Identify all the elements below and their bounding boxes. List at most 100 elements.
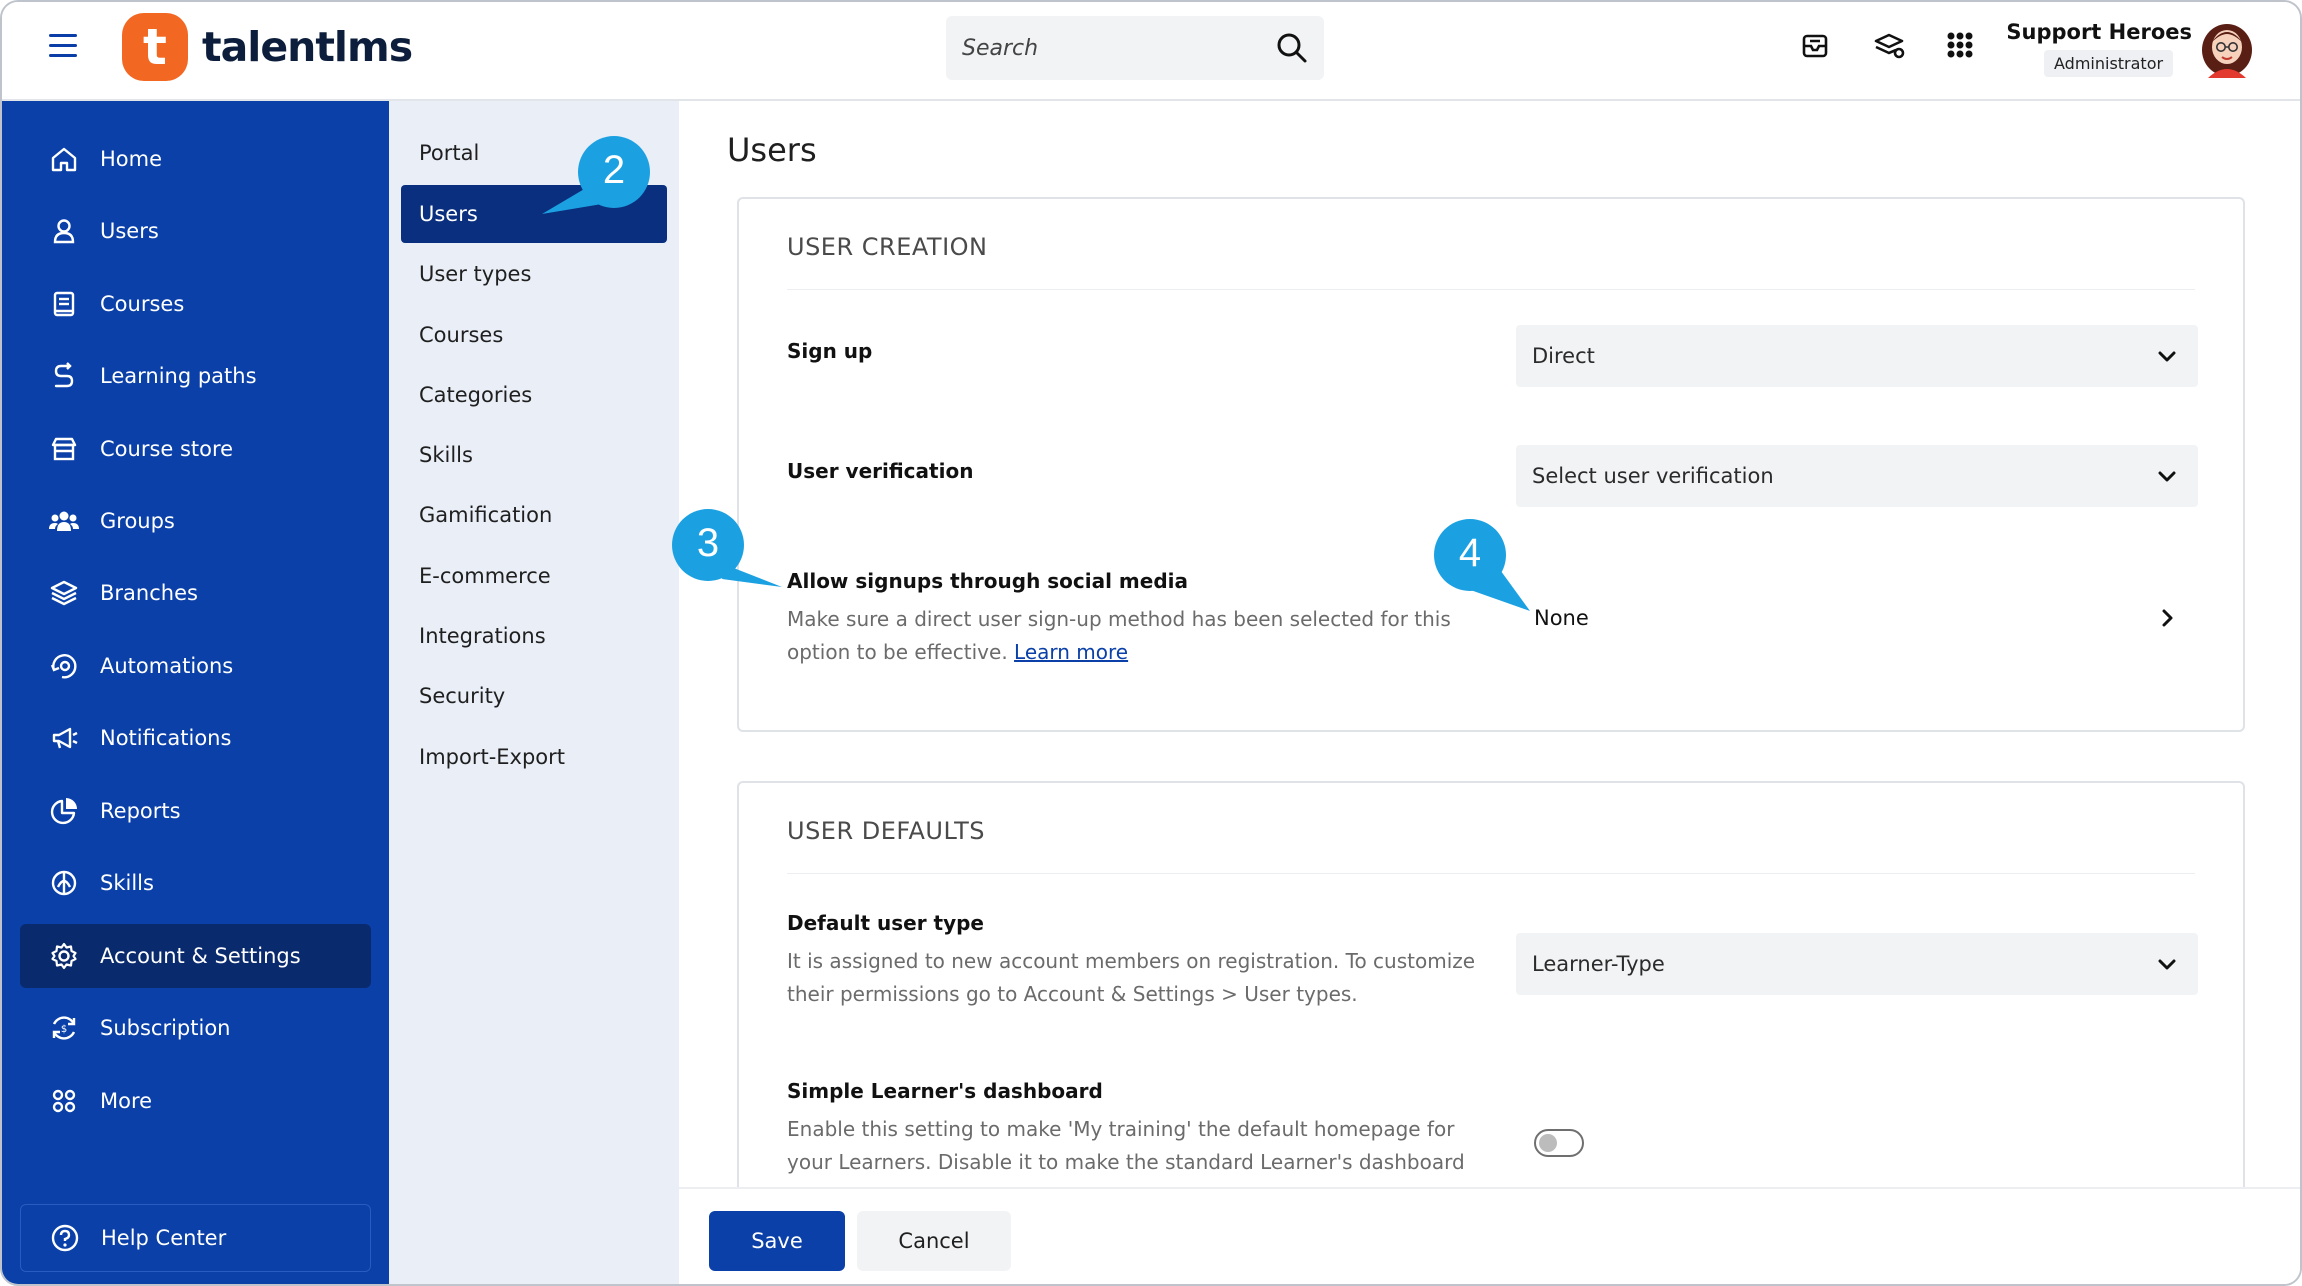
book-icon: [53, 291, 75, 317]
sidebar-item-label: Branches: [100, 581, 198, 605]
sign-up-value: Direct: [1532, 344, 1595, 368]
home-icon: [51, 147, 77, 172]
sidebar-item-notifications[interactable]: Notifications: [20, 706, 371, 770]
callout-2: 2: [542, 132, 662, 217]
sidebar-item-reports[interactable]: Reports: [20, 779, 371, 843]
default-user-type-value: Learner-Type: [1532, 952, 1665, 976]
sidebar-item-label: Course store: [100, 437, 234, 461]
help-center-label: Help Center: [101, 1226, 227, 1250]
sidebar-item-courses[interactable]: Courses: [20, 272, 371, 336]
layers-icon: [50, 580, 78, 606]
messages-icon[interactable]: [1799, 29, 1835, 65]
sidebar-item-label: Courses: [100, 292, 185, 316]
chevron-down-icon: [2158, 351, 2176, 362]
default-user-type-label: Default user type: [787, 911, 984, 935]
main-sidebar: Home Users Courses Learning paths Course…: [2, 101, 389, 1284]
subscription-icon: $: [52, 1016, 76, 1040]
sidebar-item-course-store[interactable]: Course store: [20, 417, 371, 481]
sign-up-label: Sign up: [787, 339, 873, 363]
subnav-item-skills[interactable]: Skills: [401, 426, 667, 484]
sidebar-item-users[interactable]: Users: [20, 199, 371, 263]
menu-icon[interactable]: [49, 34, 77, 58]
store-icon: [51, 437, 77, 461]
cancel-button[interactable]: Cancel: [857, 1211, 1011, 1271]
callout-number: 3: [696, 521, 720, 565]
social-signup-row[interactable]: None: [1516, 587, 2198, 649]
skills-icon: [51, 870, 77, 896]
page-title: Users: [727, 131, 817, 169]
sidebar-item-label: Users: [100, 219, 159, 243]
chevron-down-icon: [2158, 959, 2176, 970]
search-box: [946, 16, 1324, 80]
callout-3: 3: [670, 507, 790, 592]
learn-more-link[interactable]: Learn more: [1014, 640, 1128, 664]
user-verification-select[interactable]: Select user verification: [1516, 445, 2198, 507]
automation-icon: [50, 654, 77, 679]
user-defaults-card: USER DEFAULTS Default user type It is as…: [737, 781, 2245, 1201]
simple-dashboard-toggle[interactable]: [1534, 1129, 1584, 1157]
avatar[interactable]: [2198, 16, 2256, 78]
subnav-item-categories[interactable]: Categories: [401, 366, 667, 424]
apps-grid-icon[interactable]: [1944, 29, 1980, 65]
gear-icon: [51, 942, 77, 970]
groups-icon: [49, 511, 79, 531]
more-icon: [52, 1089, 76, 1113]
sidebar-item-groups[interactable]: Groups: [20, 489, 371, 553]
subnav-item-security[interactable]: Security: [401, 667, 667, 725]
social-signup-value: None: [1534, 606, 1589, 630]
section-title: USER CREATION: [787, 233, 988, 261]
help-center-button[interactable]: Help Center: [20, 1204, 371, 1272]
user-verification-value: Select user verification: [1532, 464, 1774, 488]
app-window: t talentlms Support Heroes Administrator: [0, 0, 2302, 1286]
social-signup-label: Allow signups through social media: [787, 569, 1189, 593]
sidebar-item-label: Home: [100, 147, 163, 171]
sidebar-item-learning-paths[interactable]: Learning paths: [20, 344, 371, 408]
search-input[interactable]: [946, 16, 1266, 80]
sidebar-item-automations[interactable]: Automations: [20, 634, 371, 698]
subnav-item-integrations[interactable]: Integrations: [401, 607, 667, 665]
subnav-item-user-types[interactable]: User types: [401, 245, 667, 303]
user-icon: [53, 219, 75, 244]
path-icon: [54, 362, 74, 388]
sidebar-item-label: Account & Settings: [100, 944, 301, 968]
main-content: Users USER CREATION Sign up Direct User …: [679, 101, 2300, 1284]
section-title: USER DEFAULTS: [787, 817, 985, 845]
save-button[interactable]: Save: [709, 1211, 845, 1271]
user-role-badge[interactable]: Administrator: [2044, 50, 2174, 77]
sidebar-item-label: Skills: [100, 871, 154, 895]
form-footer: Save Cancel: [679, 1187, 2300, 1284]
top-bar: t talentlms Support Heroes Administrator: [2, 2, 2300, 101]
sidebar-item-skills[interactable]: Skills: [20, 851, 371, 915]
user-name[interactable]: Support Heroes: [1992, 20, 2192, 44]
callout-number: 4: [1458, 531, 1482, 575]
logo-mark: t: [122, 13, 188, 81]
simple-dashboard-label: Simple Learner's dashboard: [787, 1079, 1103, 1103]
logo-text: talentlms: [202, 23, 413, 71]
subnav-item-gamification[interactable]: Gamification: [401, 486, 667, 544]
settings-subnav: Portal Users User types Courses Categori…: [389, 101, 679, 1284]
subnav-item-import-export[interactable]: Import-Export: [401, 728, 667, 786]
learner-switch-icon[interactable]: [1872, 29, 1908, 65]
user-verification-label: User verification: [787, 459, 974, 483]
social-signup-description: Make sure a direct user sign-up method h…: [787, 603, 1477, 669]
default-user-type-select[interactable]: Learner-Type: [1516, 933, 2198, 995]
logo[interactable]: t talentlms: [122, 13, 413, 81]
subnav-item-courses[interactable]: Courses: [401, 306, 667, 364]
divider: [787, 289, 2195, 290]
pie-chart-icon: [50, 798, 77, 825]
sidebar-item-label: Notifications: [100, 726, 232, 750]
sidebar-item-label: Learning paths: [100, 364, 257, 388]
sidebar-item-account-settings[interactable]: Account & Settings: [20, 924, 371, 988]
help-icon: [51, 1224, 79, 1252]
sidebar-item-home[interactable]: Home: [20, 127, 371, 191]
sidebar-item-branches[interactable]: Branches: [20, 561, 371, 625]
chevron-down-icon: [2158, 471, 2176, 482]
subnav-item-e-commerce[interactable]: E-commerce: [401, 547, 667, 605]
sign-up-select[interactable]: Direct: [1516, 325, 2198, 387]
sidebar-item-subscription[interactable]: $ Subscription: [20, 996, 371, 1060]
default-user-type-description: It is assigned to new account members on…: [787, 949, 1476, 1006]
sidebar-item-label: Reports: [100, 799, 181, 823]
sidebar-item-more[interactable]: More: [20, 1069, 371, 1133]
chevron-right-icon: [2162, 609, 2173, 627]
search-icon[interactable]: [1274, 30, 1310, 66]
